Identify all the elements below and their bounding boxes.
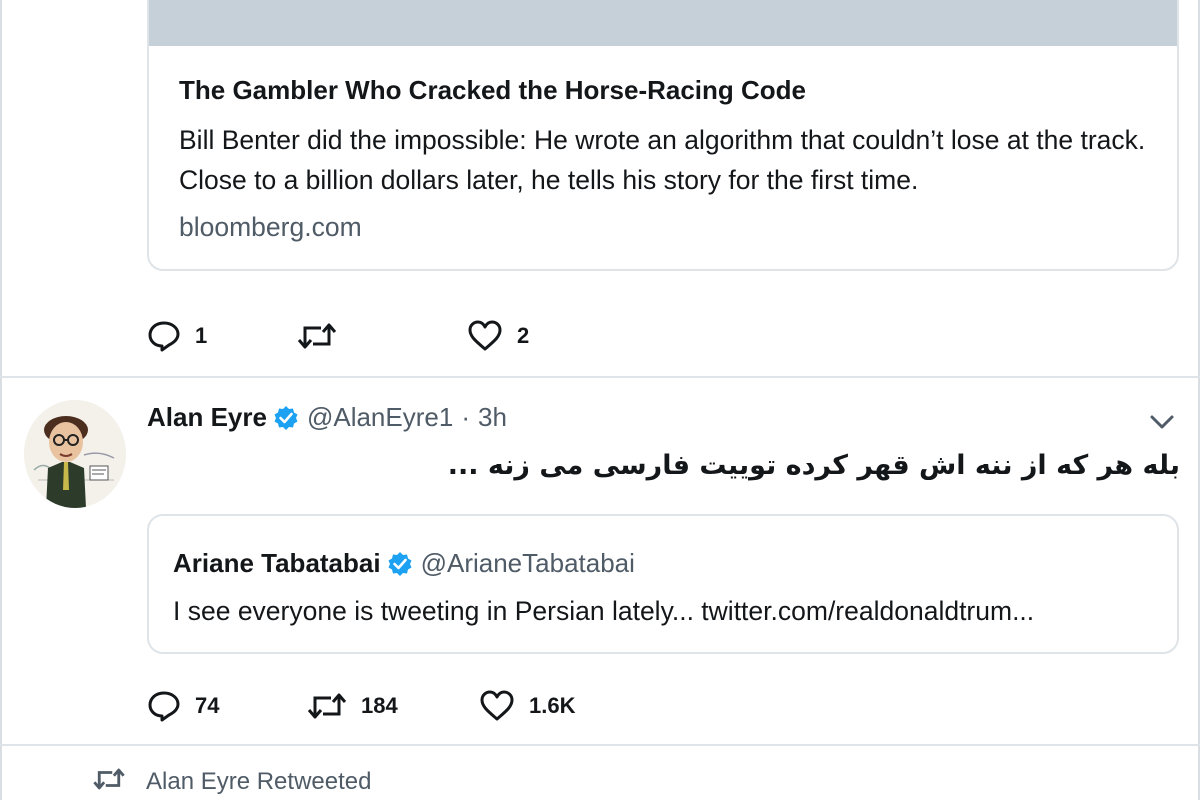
timeline-left-border	[0, 0, 2, 800]
reply-count: 74	[195, 693, 220, 718]
retweet-icon	[297, 320, 337, 352]
link-card-description: Bill Benter did the impossible: He wrote…	[179, 125, 1146, 195]
tweet-divider	[0, 744, 1200, 746]
tweet-header: Alan Eyre @AlanEyre1 · 3h	[147, 402, 507, 433]
reply-icon	[147, 320, 181, 352]
quoted-author-name: Ariane Tabatabai	[173, 548, 381, 578]
retweet-icon	[307, 690, 347, 722]
caricature-avatar-image	[24, 400, 126, 508]
link-card-title[interactable]: The Gambler Who Cracked the Horse-Racing…	[179, 75, 806, 106]
quoted-tweet-header: Ariane Tabatabai @ArianeTabatabai	[173, 548, 635, 579]
verified-badge-icon	[274, 405, 298, 430]
retweet-button[interactable]: 184	[307, 690, 479, 722]
retweet-button[interactable]	[297, 320, 467, 352]
like-count: 2	[517, 323, 530, 348]
retweet-count: 184	[361, 693, 398, 718]
verified-badge-icon	[388, 551, 412, 576]
link-card-domain[interactable]: bloomberg.com	[179, 212, 362, 243]
tweet-timestamp[interactable]: 3h	[478, 402, 507, 433]
like-button[interactable]: 2	[467, 320, 529, 352]
author-name[interactable]: Alan Eyre	[147, 402, 267, 433]
reply-count: 1	[195, 323, 208, 348]
reply-button[interactable]: 74	[147, 690, 307, 722]
quoted-author-handle: @ArianeTabatabai	[420, 548, 635, 578]
tweet-text: بله هر که از ننه اش قهر کرده توییت فارسی…	[447, 450, 1180, 481]
author-handle[interactable]: @AlanEyre1	[307, 402, 453, 433]
heart-icon	[467, 320, 503, 352]
link-preview-card[interactable]: The Gambler Who Cracked the Horse-Racing…	[147, 0, 1179, 271]
meta-separator: ·	[461, 402, 470, 432]
like-button[interactable]: 1.6K	[479, 690, 575, 722]
retweeted-banner: Alan Eyre Retweeted	[92, 766, 371, 797]
retweet-icon	[92, 766, 126, 797]
tweet-more-button[interactable]	[1148, 412, 1176, 437]
tweet-divider	[0, 376, 1200, 378]
avatar[interactable]	[24, 400, 126, 508]
heart-icon	[479, 690, 515, 722]
chevron-down-icon	[1150, 415, 1174, 429]
reply-icon	[147, 690, 181, 722]
retweeted-label[interactable]: Alan Eyre Retweeted	[146, 768, 371, 796]
like-count: 1.6K	[529, 693, 576, 718]
quoted-tweet-text: I see everyone is tweeting in Persian la…	[173, 596, 1035, 626]
reply-button[interactable]: 1	[147, 320, 297, 352]
quoted-tweet-card[interactable]: Ariane Tabatabai @ArianeTabatabai I see …	[147, 514, 1179, 654]
link-card-image[interactable]	[149, 0, 1177, 46]
tweet-actions: 1 2	[147, 320, 529, 352]
tweet-actions: 74 184 1.6K	[147, 690, 575, 722]
